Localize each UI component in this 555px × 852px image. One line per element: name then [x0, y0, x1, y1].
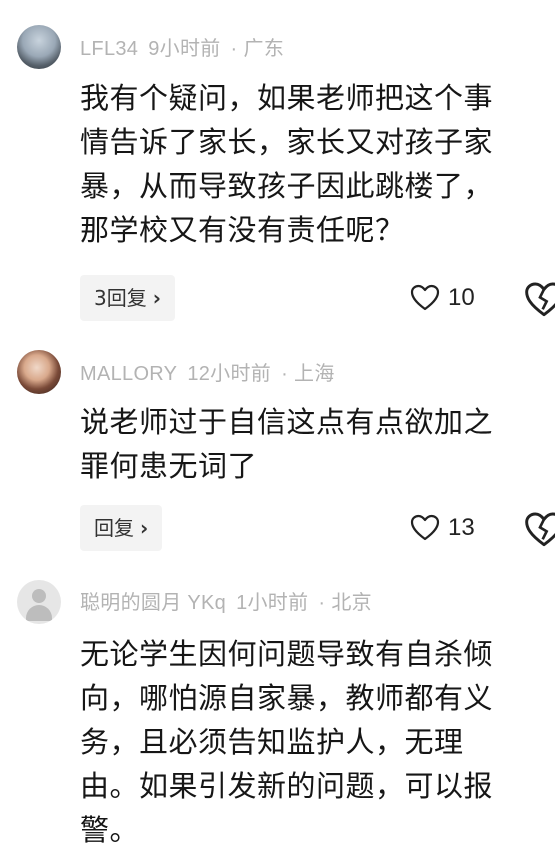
- username[interactable]: LFL34: [80, 38, 138, 60]
- comment-location: 上海: [294, 363, 335, 385]
- comment-line: 务，且必须告知监护人，无理: [80, 725, 464, 759]
- like-button[interactable]: 13: [410, 508, 475, 548]
- comment-line: 我有个疑问，如果老师把这个事: [80, 81, 494, 115]
- like-button[interactable]: 10: [410, 278, 475, 318]
- like-count: 13: [448, 514, 475, 541]
- separator: ·: [318, 592, 326, 614]
- comment-line: 情告诉了家长，家长又对孩子家: [80, 125, 494, 159]
- reply-label: 3回复: [94, 286, 147, 310]
- comment-line: 暴，从而导致孩子因此跳楼了，: [80, 169, 494, 203]
- comment-line: 那学校又有没有责任呢？: [80, 213, 405, 247]
- avatar-placeholder-head: [32, 589, 46, 603]
- reply-button[interactable]: 3回复 ›: [80, 275, 175, 321]
- comment-line: 罪何患无词了: [80, 449, 258, 483]
- comment-text: 我有个疑问，如果老师把这个事 情告诉了家长，家长又对孩子家 暴，从而导致孩子因此…: [80, 76, 535, 252]
- username[interactable]: MALLORY: [80, 363, 177, 385]
- broken-heart-icon[interactable]: [524, 510, 555, 550]
- comment-meta: LFL34 9小时前 · 广东: [80, 32, 294, 61]
- comment-line: 警。: [80, 813, 140, 847]
- avatar[interactable]: [17, 25, 61, 69]
- comment-time: 1小时前: [236, 592, 309, 614]
- comment-location: 北京: [331, 592, 372, 614]
- comment-line: 由。如果引发新的问题，可以报: [80, 769, 494, 803]
- broken-heart-icon[interactable]: [524, 280, 555, 320]
- comment-text: 说老师过于自信这点有点欲加之 罪何患无词了: [80, 400, 535, 488]
- comment-meta: MALLORY 12小时前 · 上海: [80, 357, 345, 386]
- reply-button[interactable]: 回复 ›: [80, 505, 163, 551]
- avatar[interactable]: [17, 580, 61, 624]
- chevron-right-icon: ›: [152, 286, 161, 310]
- avatar[interactable]: [17, 350, 61, 394]
- separator: ·: [281, 363, 289, 385]
- comment-line: 说老师过于自信这点有点欲加之: [80, 405, 494, 439]
- comment-location: 广东: [243, 38, 285, 60]
- avatar-placeholder-body: [26, 605, 52, 621]
- reply-label: 回复: [94, 516, 134, 540]
- comment-line: 向，哪怕源自家暴，教师都有义: [80, 681, 494, 715]
- username[interactable]: 聪明的圆月 YKq: [80, 592, 226, 614]
- comment-text: 无论学生因何问题导致有自杀倾 向，哪怕源自家暴，教师都有义 务，且必须告知监护人…: [80, 632, 535, 852]
- like-count: 10: [448, 284, 475, 311]
- chevron-right-icon: ›: [140, 516, 149, 540]
- heart-icon: [410, 284, 440, 311]
- comment-line: 无论学生因何问题导致有自杀倾: [80, 637, 494, 671]
- separator: ·: [230, 38, 238, 60]
- comment-time: 12小时前: [187, 363, 272, 385]
- comment-meta: 聪明的圆月 YKq 1小时前 · 北京: [80, 586, 382, 615]
- comment-time: 9小时前: [148, 38, 221, 60]
- heart-icon: [410, 514, 440, 541]
